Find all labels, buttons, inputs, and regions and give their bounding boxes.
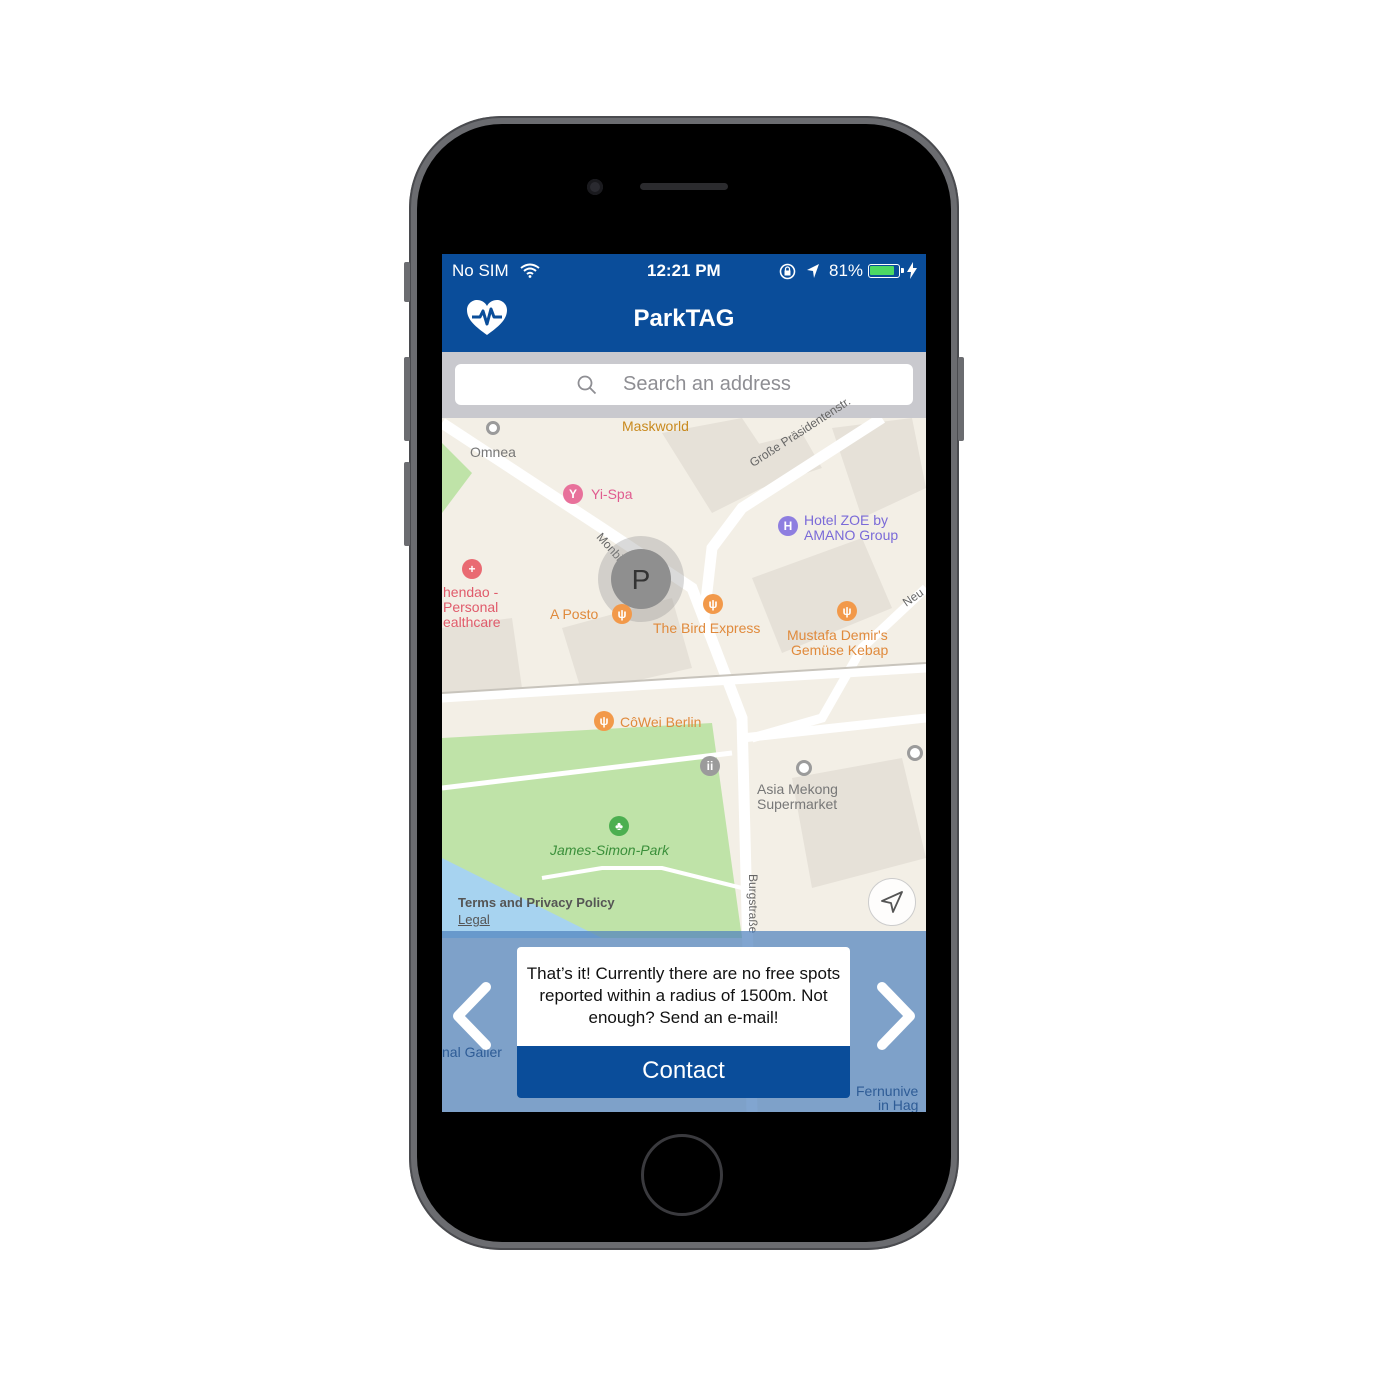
park-tree-icon[interactable]: ♣	[609, 816, 629, 836]
previous-arrow-icon[interactable]	[448, 981, 498, 1051]
map-label-bird: The Bird Express	[653, 620, 761, 636]
poi-marker-icon[interactable]	[907, 745, 923, 761]
map-label-fernuni-line2: in Hag	[878, 1097, 919, 1112]
parking-marker[interactable]: P	[598, 536, 684, 622]
navigation-arrow-icon	[881, 891, 903, 913]
wifi-icon	[520, 263, 540, 278]
no-spots-message: That’s it! Currently there are no free s…	[517, 947, 850, 1046]
map-label-asia-line2: Supermarket	[757, 796, 838, 812]
search-bar: Search an address	[442, 352, 926, 418]
hotel-icon[interactable]: H	[778, 516, 798, 536]
map-label-yispa: Yi-Spa	[591, 486, 633, 502]
home-button[interactable]	[641, 1134, 723, 1216]
map-label-mustafa-line2: Gemüse Kebap	[791, 642, 889, 658]
mute-switch	[404, 262, 410, 302]
location-arrow-icon	[807, 264, 819, 278]
front-camera	[587, 179, 603, 195]
rotation-lock-icon	[779, 263, 796, 280]
poi-marker-icon[interactable]	[796, 760, 812, 776]
battery-icon	[868, 264, 904, 278]
poi-marker-icon[interactable]	[486, 421, 500, 435]
map-label-park: James-Simon-Park	[550, 842, 670, 858]
map-label-maskworld: Maskworld	[622, 418, 689, 434]
map-label-aposto: A Posto	[550, 606, 599, 622]
power-button	[958, 357, 964, 441]
message-text: That’s it! Currently there are no free s…	[526, 964, 841, 1027]
map-label-hotel-line1: Hotel ZOE by	[804, 512, 889, 528]
volume-up-button	[404, 357, 410, 441]
map-label-shendao-line3: ealthcare	[443, 614, 501, 630]
status-bar: No SIM 12:21 PM 81%	[442, 254, 926, 288]
search-icon	[577, 375, 597, 395]
parking-label: P	[631, 564, 651, 595]
charging-bolt-icon	[907, 262, 917, 279]
restaurant-icon[interactable]: ψ	[594, 711, 614, 731]
app-screen: No SIM 12:21 PM 81% ParkTAG Search an ad…	[442, 254, 926, 1112]
map-label-mustafa-line1: Mustafa Demir's	[787, 627, 888, 643]
next-arrow-icon[interactable]	[870, 981, 920, 1051]
search-placeholder: Search an address	[623, 373, 791, 395]
restroom-icon[interactable]: ii	[700, 756, 720, 776]
terms-link[interactable]: Terms and Privacy Policy	[458, 895, 615, 910]
clock: 12:21 PM	[647, 261, 721, 280]
map-label-cowei: CôWei Berlin	[620, 714, 702, 730]
page-title: ParkTAG	[633, 305, 735, 332]
map-label-shendao-line2: Personal	[443, 599, 499, 615]
legal-link[interactable]: Legal	[458, 912, 490, 927]
locate-me-button[interactable]	[868, 878, 916, 926]
restaurant-icon[interactable]: ψ	[837, 601, 857, 621]
earpiece-speaker	[640, 183, 728, 190]
carrier-label: No SIM	[452, 261, 509, 280]
restaurant-icon[interactable]: ψ	[612, 604, 632, 624]
map-label-asia-line1: Asia Mekong	[757, 781, 838, 797]
healthcare-icon[interactable]: +	[462, 559, 482, 579]
map-label-hotel-line2: AMANO Group	[804, 527, 899, 543]
restaurant-icon[interactable]: ψ	[703, 594, 723, 614]
spa-icon[interactable]: Y	[563, 484, 583, 504]
map-label-shendao-line1: hendao -	[443, 584, 499, 600]
map-label-burgstrasse: Burgstraße	[746, 874, 760, 934]
battery-percent: 81%	[829, 261, 864, 280]
volume-down-button	[404, 462, 410, 546]
map-label-omnea: Omnea	[470, 444, 516, 460]
results-panel: nal Galler Fernunive in Hag That’s it! C…	[442, 931, 926, 1112]
nav-bar: ParkTAG	[442, 288, 926, 352]
contact-button[interactable]: Contact	[517, 1046, 850, 1098]
